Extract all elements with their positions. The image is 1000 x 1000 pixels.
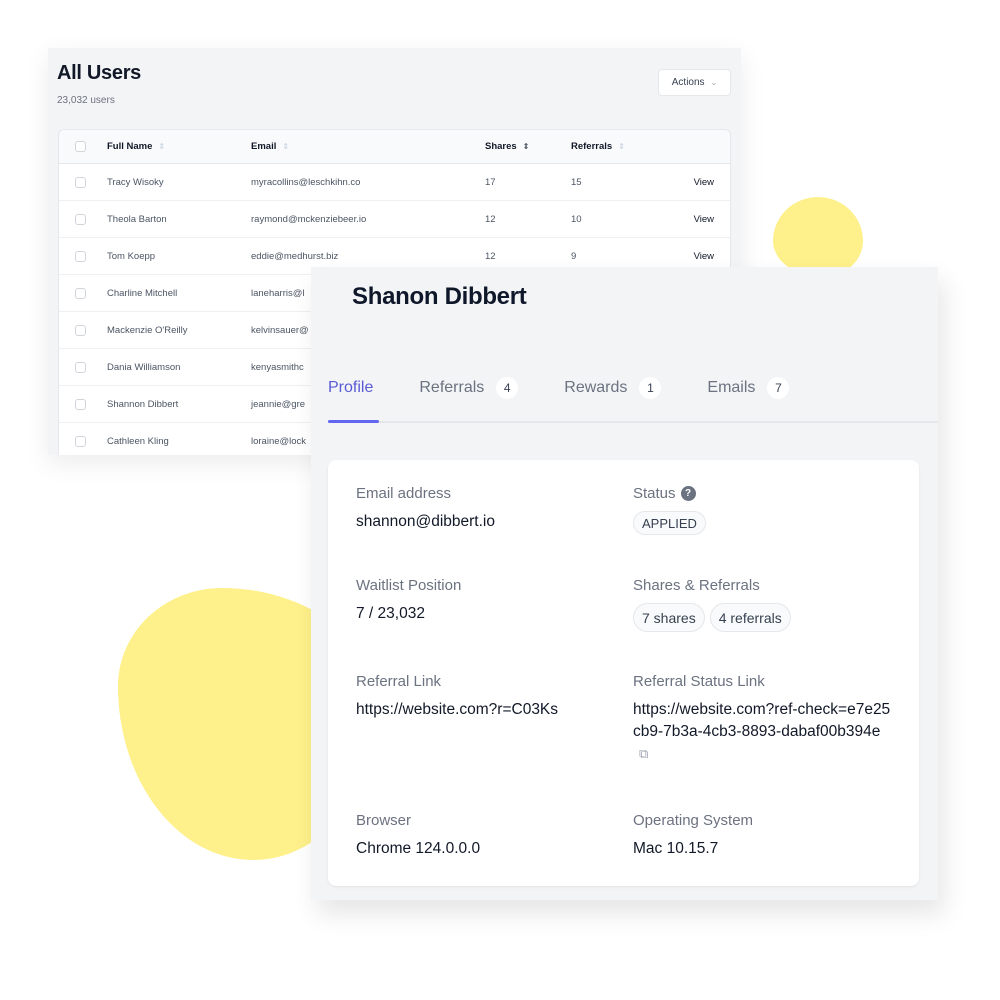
tab-label: Rewards xyxy=(564,379,628,396)
cell-full-name: Shannon Dibbert xyxy=(107,398,179,410)
table-header: Full Name ⇕ Email ⇕ Shares ⇕ Referrals ⇕ xyxy=(59,130,730,164)
tab-emails[interactable]: Emails 7 xyxy=(707,365,790,411)
tab-label: Profile xyxy=(328,379,374,396)
actions-dropdown-button[interactable]: Actions ⌄ xyxy=(658,69,731,96)
view-link[interactable]: View xyxy=(666,251,730,262)
status-label: Status xyxy=(633,485,676,502)
cell-shares: 12 xyxy=(485,250,496,262)
column-header-shares[interactable]: Shares ⇕ xyxy=(485,141,571,152)
view-link[interactable]: View xyxy=(666,214,730,225)
sort-icon: ⇕ xyxy=(282,142,290,151)
help-icon[interactable]: ? xyxy=(680,486,696,501)
status-label-row: Status ? xyxy=(633,485,706,502)
tab-label: Emails xyxy=(707,379,756,396)
page-title: All Users xyxy=(57,62,142,84)
cell-full-name: Tracy Wisoky xyxy=(107,176,164,188)
waitlist-field: Waitlist Position 7 / 23,032 xyxy=(356,577,461,625)
column-header-full-name[interactable]: Full Name ⇕ xyxy=(107,141,251,152)
row-checkbox[interactable] xyxy=(75,287,86,299)
cell-email: eddie@medhurst.biz xyxy=(251,250,339,262)
row-checkbox[interactable] xyxy=(75,176,86,188)
tab-count-badge: 1 xyxy=(639,377,662,399)
shares-badge: 7 shares xyxy=(633,603,705,632)
external-link-icon[interactable]: ⧉ xyxy=(639,743,648,765)
shares-referrals-field: Shares & Referrals 7 shares 4 referrals xyxy=(633,577,791,632)
column-header-referrals[interactable]: Referrals ⇕ xyxy=(571,141,666,152)
referral-link-label: Referral Link xyxy=(356,673,442,690)
referral-link-field: Referral Link https://website.com?r=C03K… xyxy=(356,673,616,721)
cell-full-name: Theola Barton xyxy=(107,213,167,225)
waitlist-label: Waitlist Position xyxy=(356,577,462,594)
os-field: Operating System Mac 10.15.7 xyxy=(633,812,753,860)
waitlist-value: 7 / 23,032 xyxy=(356,605,425,622)
referral-status-link-value: https://website.com?ref-check=e7e25cb9-7… xyxy=(633,701,891,740)
browser-value: Chrome 124.0.0.0 xyxy=(356,840,481,857)
chevron-down-icon: ⌄ xyxy=(710,78,718,87)
table-row[interactable]: Theola Barton raymond@mckenziebeer.io 12 10… xyxy=(59,201,730,238)
referral-status-link[interactable]: https://website.com?ref-check=e7e25cb9-7… xyxy=(633,699,893,765)
cell-full-name: Mackenzie O'Reilly xyxy=(107,324,188,336)
status-badge: APPLIED xyxy=(633,511,706,535)
users-count: 23,032 users xyxy=(57,95,115,106)
profile-details-card: Email address shannon@dibbert.io Status … xyxy=(328,460,919,886)
referrals-badge: 4 referrals xyxy=(709,603,791,632)
email-label: Email address xyxy=(356,485,452,502)
tab-referrals[interactable]: Referrals 4 xyxy=(419,365,519,411)
row-checkbox[interactable] xyxy=(75,213,86,225)
column-label: Shares xyxy=(485,141,517,152)
actions-label: Actions xyxy=(671,77,705,88)
profile-tabs: Profile Referrals 4 Rewards 1 Emails 7 xyxy=(328,365,938,423)
row-checkbox[interactable] xyxy=(75,250,86,262)
row-checkbox[interactable] xyxy=(75,398,86,410)
table-row[interactable]: Tracy Wisoky myracollins@leschkihn.co 17 15… xyxy=(59,164,730,201)
row-checkbox[interactable] xyxy=(75,324,86,336)
sort-icon: ⇕ xyxy=(522,142,530,151)
cell-full-name: Charline Mitchell xyxy=(107,287,178,299)
decorative-blob-small xyxy=(773,197,863,277)
column-label: Email xyxy=(251,141,277,152)
cell-full-name: Dania Williamson xyxy=(107,361,181,373)
user-profile-panel: Shanon Dibbert Profile Referrals 4 Rewar… xyxy=(311,267,938,900)
cell-shares: 17 xyxy=(485,176,496,188)
column-label: Referrals xyxy=(571,141,613,152)
cell-email: myracollins@leschkihn.co xyxy=(251,176,361,188)
shares-referrals-label: Shares & Referrals xyxy=(633,577,760,594)
email-field: Email address shannon@dibbert.io xyxy=(356,485,495,533)
cell-shares: 12 xyxy=(485,213,496,225)
column-label: Full Name xyxy=(107,141,153,152)
tab-count-badge: 4 xyxy=(496,377,519,399)
column-header-email[interactable]: Email ⇕ xyxy=(251,141,485,152)
browser-label: Browser xyxy=(356,812,412,829)
email-value: shannon@dibbert.io xyxy=(356,513,495,530)
cell-full-name: Cathleen Kling xyxy=(107,436,169,447)
tab-rewards[interactable]: Rewards 1 xyxy=(564,365,662,411)
sort-icon: ⇕ xyxy=(618,142,625,151)
profile-name: Shanon Dibbert xyxy=(352,283,527,310)
os-label: Operating System xyxy=(633,812,754,829)
status-field: Status ? APPLIED xyxy=(633,485,706,535)
row-checkbox[interactable] xyxy=(75,361,86,373)
view-link[interactable]: View xyxy=(666,177,730,188)
cell-full-name: Tom Koepp xyxy=(107,250,156,262)
referral-link-value[interactable]: https://website.com?r=C03Ks xyxy=(356,699,616,721)
cell-referrals: 10 xyxy=(571,213,582,225)
tab-label: Referrals xyxy=(419,379,485,396)
tab-profile[interactable]: Profile xyxy=(328,365,380,423)
sort-icon: ⇕ xyxy=(158,142,166,151)
referral-status-link-field: Referral Status Link https://website.com… xyxy=(633,673,893,765)
cell-referrals: 9 xyxy=(571,250,577,262)
cell-email: raymond@mckenziebeer.io xyxy=(251,213,367,225)
select-all-checkbox[interactable] xyxy=(75,141,86,152)
referral-status-link-label: Referral Status Link xyxy=(633,673,765,690)
tab-count-badge: 7 xyxy=(767,377,790,399)
cell-referrals: 15 xyxy=(571,176,582,188)
browser-field: Browser Chrome 124.0.0.0 xyxy=(356,812,480,860)
row-checkbox[interactable] xyxy=(75,436,86,447)
os-value: Mac 10.15.7 xyxy=(633,840,719,857)
